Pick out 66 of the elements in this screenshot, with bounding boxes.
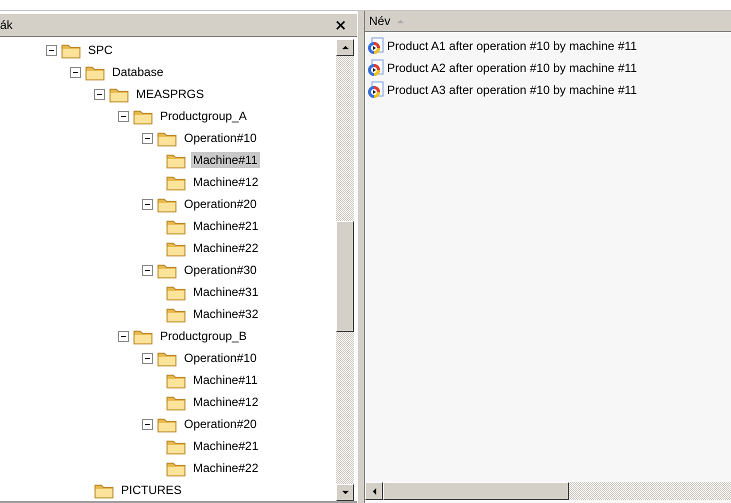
vertical-scrollbar[interactable] [336, 39, 354, 501]
file-name[interactable]: Product A1 after operation #10 by machine #11 [387, 39, 637, 53]
tree-item[interactable]: Machine#12 [191, 394, 260, 410]
tree-item[interactable]: Machine#22 [191, 460, 260, 476]
tree-item[interactable]: Database [110, 64, 166, 80]
collapse-toggle[interactable] [142, 418, 153, 430]
folder-icon [166, 460, 187, 476]
folder-icon [157, 350, 178, 366]
tree-item[interactable]: Machine#12 [191, 174, 260, 190]
left-arrow-icon [372, 486, 376, 496]
collapse-toggle[interactable] [142, 264, 153, 276]
down-arrow-icon [340, 490, 350, 495]
scroll-thumb[interactable] [336, 221, 354, 332]
tree-item[interactable]: Productgroup_A [158, 108, 249, 124]
folder-icon [166, 372, 187, 388]
collapse-toggle[interactable] [94, 88, 105, 100]
folder-icon [157, 196, 178, 212]
folder-icon [61, 42, 82, 58]
file-name[interactable]: Product A3 after operation #10 by machine #11 [387, 83, 637, 97]
tree-item[interactable]: Operation#30 [182, 262, 259, 278]
tree-item[interactable]: Machine#11 [191, 372, 260, 388]
close-button[interactable]: × [328, 16, 353, 34]
column-header[interactable]: Név [365, 11, 731, 31]
folder-icon [166, 218, 187, 234]
folder-icon [109, 86, 130, 102]
folder-icon [166, 306, 187, 322]
horizontal-scrollbar[interactable] [365, 482, 731, 500]
folder-icon [166, 438, 187, 454]
collapse-toggle[interactable] [118, 330, 129, 342]
folder-icon [166, 152, 187, 168]
folder-icon [157, 416, 178, 432]
tree-item[interactable]: Machine#21 [191, 218, 260, 234]
up-arrow-icon [340, 45, 350, 50]
tree-item[interactable]: Machine#32 [191, 306, 260, 322]
collapse-toggle[interactable] [118, 110, 129, 122]
folder-icon [166, 174, 187, 190]
folder-icon [85, 64, 106, 80]
tree-item[interactable]: Machine#11 [191, 152, 260, 168]
tree-item[interactable]: Productgroup_B [158, 328, 249, 344]
tree-item[interactable]: Operation#10 [182, 350, 259, 366]
folder-icon [94, 482, 115, 498]
tree-item[interactable]: MEASPRGS [134, 86, 206, 102]
tree-item[interactable]: Machine#31 [191, 284, 260, 300]
tree-item[interactable]: Operation#10 [182, 130, 259, 146]
tree-item[interactable]: PICTURES [119, 482, 184, 498]
collapse-toggle[interactable] [142, 198, 153, 210]
tree-item[interactable]: SPC [86, 42, 115, 58]
tree-item[interactable]: Machine#21 [191, 438, 260, 454]
folder-icon [133, 108, 154, 124]
tree-item[interactable]: Machine#22 [191, 240, 260, 256]
tree-item[interactable]: Operation#20 [182, 416, 259, 432]
collapse-toggle[interactable] [142, 132, 153, 144]
folder-icon [166, 240, 187, 256]
folder-icon [166, 394, 187, 410]
folder-icon [157, 130, 178, 146]
pane-title: ák [0, 18, 13, 32]
splitter[interactable] [357, 11, 365, 503]
tree-item[interactable]: Operation#20 [182, 196, 259, 212]
scroll-thumb[interactable] [383, 482, 569, 500]
folder-icon [166, 284, 187, 300]
file-name[interactable]: Product A2 after operation #10 by machine #11 [387, 61, 637, 75]
collapse-toggle[interactable] [46, 44, 57, 56]
folder-icon [157, 262, 178, 278]
collapse-toggle[interactable] [142, 352, 153, 364]
collapse-toggle[interactable] [70, 66, 81, 78]
folder-icon [133, 328, 154, 344]
